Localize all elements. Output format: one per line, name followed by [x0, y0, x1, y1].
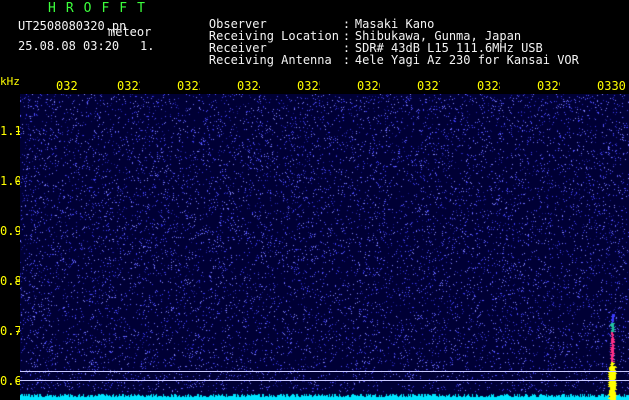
time-tick-label: 0324: [237, 79, 260, 93]
time-tick-label: 0321: [56, 79, 79, 93]
info-row-antenna: Receiving Antenna:4ele Yagi Az 230 for K…: [180, 42, 579, 78]
gain-value: 1.: [140, 39, 155, 53]
datetime: 25.08.08 03:20: [18, 39, 120, 53]
info-separator: :: [342, 53, 351, 67]
time-tick-label: 0330: [597, 79, 626, 93]
time-tick-label: 0326: [357, 79, 380, 93]
info-value: 4ele Yagi Az 230 for Kansai VOR: [354, 53, 579, 67]
time-tick-label: 0329: [537, 79, 560, 93]
time-tick-label: 0322: [117, 79, 140, 93]
reference-line: [20, 380, 629, 381]
time-tick-label: 0327: [417, 79, 440, 93]
frequency-unit-label: kHz: [0, 75, 20, 88]
app-logo: HROFFT: [48, 1, 155, 16]
time-tick-label: 0328: [477, 79, 500, 93]
spectrogram-plot: [20, 94, 629, 400]
time-tick-label: 0325: [297, 79, 320, 93]
mode-label: meteor: [108, 25, 152, 39]
hrofft-window: HROFFT UT2508080320.pn meteor 25.08.08 0…: [0, 0, 629, 400]
time-tick-label: 0323: [177, 79, 200, 93]
info-label: Receiving Antenna: [208, 53, 332, 67]
reference-line: [20, 371, 629, 372]
